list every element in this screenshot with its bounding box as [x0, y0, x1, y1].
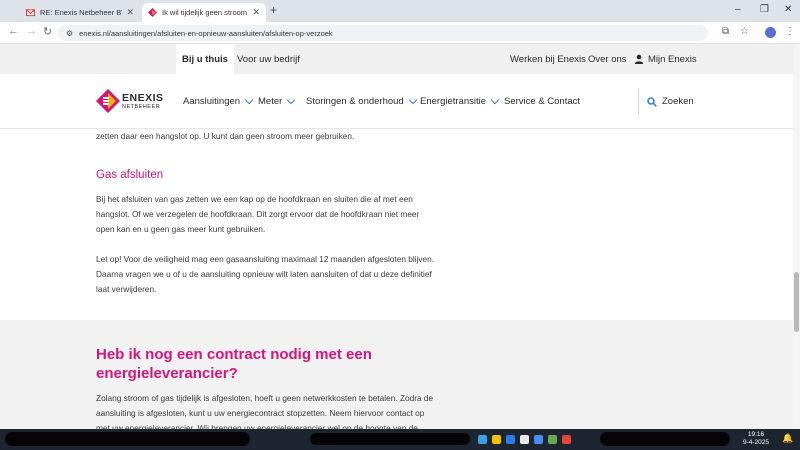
text-line: hangslot. Of we verzegelen de hoofdkraan… [96, 209, 420, 219]
redacted-area [310, 433, 470, 445]
text-line: Bij het afsluiten van gas zetten we een … [96, 194, 413, 204]
contract-heading: Heb ik nog een contract nodig met een en… [96, 346, 372, 382]
nav-aansluitingen[interactable]: Aansluitingen [183, 95, 254, 107]
browser-tab-enexis[interactable]: Ik wil tijdelijk geen stroom of g ✕ [142, 3, 266, 22]
browser-tab-gmail[interactable]: RE: Enexis Netbeheer BV: Case ✕ [20, 3, 140, 22]
nav-energietransitie[interactable]: Energietransitie [420, 95, 500, 107]
topnav-bij-u-thuis[interactable]: Bij u thuis [176, 44, 234, 74]
search-label: Zoeken [662, 96, 694, 107]
folder-icon[interactable] [492, 435, 501, 444]
intro-paragraph-tail: zetten daar een hangslot op. U kunt dan … [96, 131, 355, 141]
nav-storingen-onderhoud[interactable]: Storingen & onderhoud [306, 95, 417, 107]
taskbar-app-icon[interactable] [562, 435, 571, 444]
mijn-enexis-label: Mijn Enexis [648, 53, 697, 65]
chevron-down-icon [408, 95, 417, 105]
tab-title: RE: Enexis Netbeheer BV: Case [40, 8, 122, 17]
chevron-down-icon [490, 95, 500, 105]
topnav-over-ons[interactable]: Over ons [588, 44, 627, 74]
notification-bell-icon[interactable]: 🔔 [782, 433, 793, 444]
text-line: Let op! Voor de veiligheid mag een gasaa… [96, 254, 435, 264]
browser-tab-bar: RE: Enexis Netbeheer BV: Case ✕ Ik wil t… [0, 0, 800, 22]
close-tab-icon[interactable]: ✕ [252, 7, 260, 18]
enexis-logo[interactable]: ENEXIS NETBEHEER [96, 89, 163, 115]
nav-service-contact[interactable]: Service & Contact [504, 96, 580, 107]
text-line: met uw energieleverancier. Wij brengen u… [96, 423, 418, 429]
chevron-down-icon [244, 95, 254, 105]
redacted-area [5, 432, 250, 446]
page-content: zetten daar een hangslot op. U kunt dan … [0, 129, 793, 429]
nav-label: Energietransitie [420, 96, 487, 107]
clock-time: 19:16 [747, 431, 765, 438]
new-tab-button[interactable]: + [270, 3, 277, 17]
site-info-icon[interactable]: ⚙ [66, 29, 73, 38]
close-window-icon[interactable]: ✕ [784, 4, 792, 15]
nav-meter[interactable]: Meter [258, 95, 296, 107]
gmail-icon [26, 9, 35, 17]
search-icon [647, 96, 657, 107]
user-icon [634, 54, 644, 64]
gas-afsluiten-heading: Gas afsluiten [96, 169, 164, 181]
chevron-down-icon [287, 95, 296, 105]
url-field[interactable]: ⚙ enexis.nl/aansluitingen/afsluiten-en-o… [58, 25, 708, 41]
text-line: aansluiting is afgesloten, kunt u uw ene… [96, 408, 425, 418]
text-line: laat verwijderen. [96, 284, 157, 294]
topnav-voor-uw-bedrijf[interactable]: Voor uw bedrijf [237, 44, 300, 74]
taskbar-app-icon[interactable] [548, 435, 557, 444]
search-button[interactable]: Zoeken [647, 96, 694, 107]
url-text: enexis.nl/aansluitingen/afsluiten-en-opn… [79, 28, 333, 38]
site-top-nav: Bij u thuis Voor uw bedrijf Werken bij E… [0, 44, 800, 74]
taskbar-clock[interactable]: 19:16 9-4-2025 [742, 431, 770, 447]
text-line: Zolang stroom of gas tijdelijk is afgesl… [96, 393, 434, 403]
install-icon[interactable]: ⧉ [722, 26, 729, 37]
profile-avatar[interactable] [765, 27, 776, 38]
taskbar-app-icon[interactable] [478, 435, 487, 444]
logo-sub: NETBEHEER [122, 104, 161, 110]
menu-kebab-icon[interactable]: ⋮ [785, 26, 795, 37]
maximize-icon[interactable]: ❐ [760, 4, 769, 15]
gas-paragraph-2: Let op! Voor de veiligheid mag een gasaa… [96, 252, 446, 297]
page-scrollbar[interactable] [793, 44, 800, 429]
redacted-area [600, 432, 730, 446]
content-section-white: zetten daar een hangslot op. U kunt dan … [0, 129, 793, 320]
contract-paragraph: Zolang stroom of gas tijdelijk is afgesl… [96, 391, 446, 429]
logo-name: ENEXIS [122, 92, 164, 104]
nav-label: Meter [258, 96, 283, 107]
forward-icon[interactable]: → [26, 25, 37, 37]
topnav-mijn-enexis[interactable]: Mijn Enexis [634, 44, 697, 74]
close-tab-icon[interactable]: ✕ [126, 7, 134, 18]
taskbar-app-icon[interactable] [534, 435, 543, 444]
enexis-icon [148, 8, 157, 17]
gas-paragraph-1: Bij het afsluiten van gas zetten we een … [96, 192, 446, 237]
os-taskbar: 19:16 9-4-2025 🔔 [0, 429, 800, 450]
scrollbar-thumb[interactable] [794, 272, 799, 332]
bookmark-star-icon[interactable]: ☆ [740, 26, 749, 37]
clock-date: 9-4-2025 [742, 439, 770, 446]
back-icon[interactable]: ← [8, 25, 19, 37]
topnav-werken-bij-enexis[interactable]: Werken bij Enexis [510, 44, 586, 74]
taskbar-app-icon[interactable] [520, 435, 529, 444]
nav-divider [638, 88, 639, 114]
text-line: Daarna vragen we u of u de aansluiting o… [96, 269, 432, 279]
taskbar-app-icon[interactable] [506, 435, 515, 444]
tab-title: Ik wil tijdelijk geen stroom of g [162, 8, 248, 17]
nav-label: Storingen & onderhoud [306, 96, 404, 107]
site-main-nav: ENEXIS NETBEHEER Aansluitingen Meter Sto… [0, 74, 800, 129]
nav-label: Aansluitingen [183, 96, 241, 107]
browser-address-bar: ← → ↻ ⚙ enexis.nl/aansluitingen/afsluite… [0, 22, 800, 44]
enexis-logo-mark [96, 89, 120, 113]
minimize-icon[interactable]: – [735, 4, 741, 15]
text-line: open kan en u geen gas meer kunt gebruik… [96, 224, 266, 234]
reload-icon[interactable]: ↻ [43, 25, 52, 38]
